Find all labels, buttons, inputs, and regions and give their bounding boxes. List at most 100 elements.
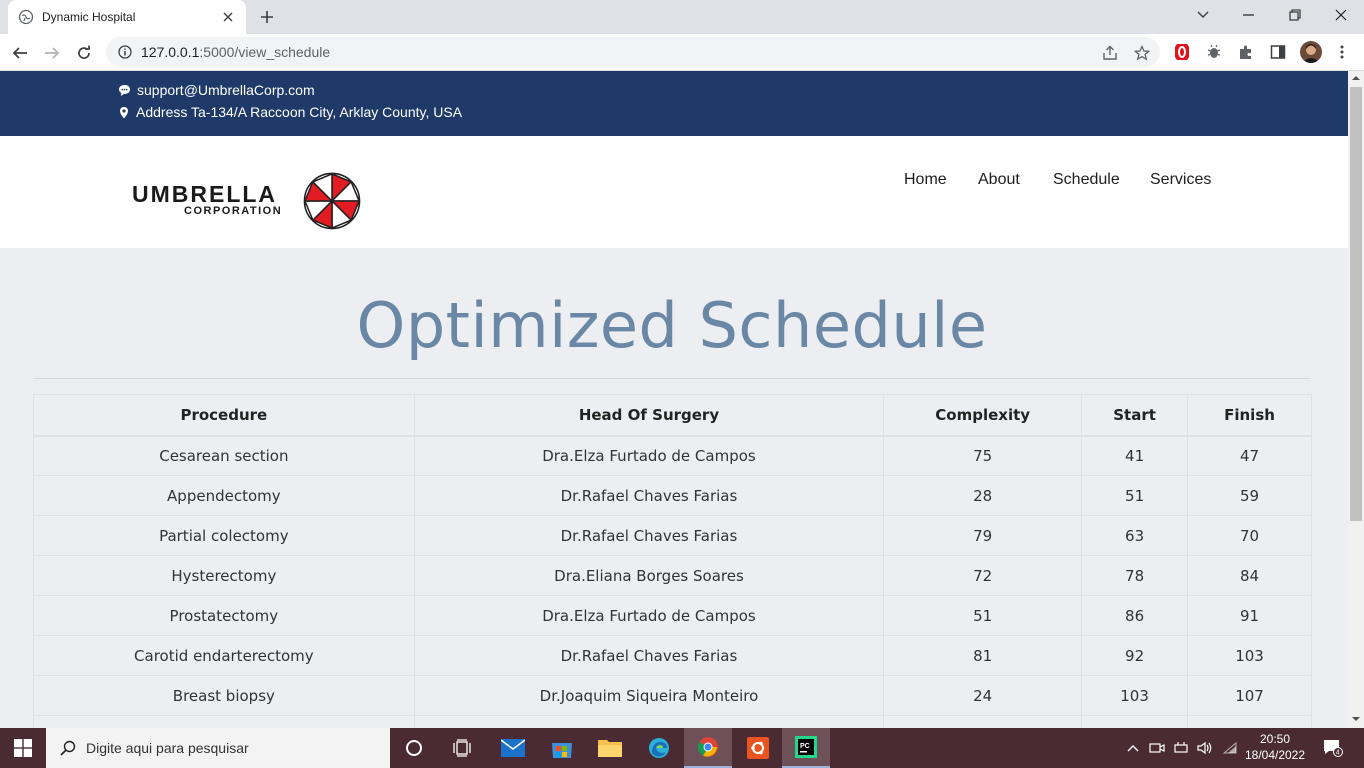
file-explorer-icon[interactable] <box>586 728 634 768</box>
notification-center-icon[interactable]: 4 <box>1318 728 1348 768</box>
tab-search-icon[interactable] <box>1180 0 1226 30</box>
svg-text:PC: PC <box>800 743 810 750</box>
restore-icon[interactable] <box>1272 0 1318 30</box>
scrollbar-thumb[interactable] <box>1350 87 1362 521</box>
cell-head-of-surgery: Dra.Eliana Borges Soares <box>413 555 885 596</box>
notification-count: 4 <box>1336 750 1340 757</box>
globe-icon <box>18 9 34 25</box>
cell-finish: 47 <box>1187 435 1312 476</box>
email-line: support@UmbrellaCorp.com <box>118 82 315 98</box>
cell-procedure: Cesarean section <box>33 435 415 476</box>
support-email[interactable]: support@UmbrellaCorp.com <box>137 82 315 98</box>
table-row: TonsillectomyDr.Joaquim Siqueira Monteir… <box>33 715 1312 728</box>
task-view-icon[interactable] <box>438 728 486 768</box>
edge-browser-icon[interactable] <box>635 728 683 768</box>
clock-time: 20:50 <box>1259 732 1291 746</box>
cell-start: 41 <box>1081 435 1189 476</box>
browser-tabbar: Dynamic Hospital <box>0 0 1364 34</box>
cell-start: 51 <box>1081 475 1189 516</box>
meet-now-icon[interactable] <box>1148 728 1166 768</box>
taskbar-search-box[interactable]: Digite aqui para pesquisar <box>46 728 390 768</box>
minimize-icon[interactable] <box>1226 0 1272 30</box>
chat-bubble-icon <box>118 84 131 97</box>
share-icon[interactable] <box>1102 45 1118 61</box>
header-start: Start <box>1081 394 1189 437</box>
windows-taskbar: Digite aqui para pesquisar PC 20:50 18/0… <box>0 728 1364 768</box>
cell-start: 86 <box>1081 595 1189 636</box>
page-scrollbar[interactable] <box>1348 71 1364 728</box>
side-panel-icon[interactable] <box>1268 42 1288 62</box>
bug-extension-icon[interactable] <box>1204 42 1224 62</box>
cell-finish: 108 <box>1187 715 1312 728</box>
cell-finish: 84 <box>1187 555 1312 596</box>
cell-complexity: 81 <box>883 635 1083 676</box>
wifi-icon[interactable] <box>1220 728 1240 768</box>
info-icon[interactable] <box>118 45 132 59</box>
windows-start-icon[interactable] <box>0 728 46 768</box>
header-complexity: Complexity <box>883 394 1083 437</box>
cell-start: 63 <box>1081 515 1189 556</box>
taskbar-clock[interactable]: 20:50 18/04/2022 <box>1240 731 1310 763</box>
volume-icon[interactable] <box>1196 728 1214 768</box>
umbrella-logo[interactable]: UMBRELLA CORPORATION <box>132 183 282 217</box>
header-procedure: Procedure <box>33 394 415 437</box>
cell-start: 78 <box>1081 555 1189 596</box>
cortana-icon[interactable] <box>390 728 438 768</box>
logo-word-umbrella: UMBRELLA <box>132 181 278 207</box>
cell-procedure: Tonsillectomy <box>33 715 415 728</box>
nav-home[interactable]: Home <box>904 171 947 189</box>
profile-avatar[interactable] <box>1300 41 1322 63</box>
reload-icon[interactable] <box>70 39 98 67</box>
cell-head-of-surgery: Dr.Rafael Chaves Farias <box>413 475 885 516</box>
title-divider <box>33 378 1311 379</box>
nav-schedule[interactable]: Schedule <box>1053 171 1120 189</box>
map-pin-icon <box>118 106 130 119</box>
cell-procedure: Hysterectomy <box>33 555 415 596</box>
mail-app-icon[interactable] <box>489 728 537 768</box>
cell-finish: 103 <box>1187 635 1312 676</box>
new-tab-button[interactable] <box>256 6 278 28</box>
cell-complexity: 75 <box>883 435 1083 476</box>
url-path: :5000/view_schedule <box>199 44 331 60</box>
scroll-down-icon[interactable] <box>1352 716 1360 722</box>
address-bar[interactable]: 127.0.0.1:5000/view_schedule <box>106 37 1160 67</box>
store-app-icon[interactable] <box>538 728 586 768</box>
cell-finish: 70 <box>1187 515 1312 556</box>
opera-extension-icon[interactable] <box>1172 42 1192 62</box>
table-row: Hysterectomy Dra.Eliana Borges Soares 72 78… <box>33 555 1312 596</box>
nav-about[interactable]: About <box>978 171 1020 189</box>
close-icon[interactable] <box>220 9 236 25</box>
cell-finish: 59 <box>1187 475 1312 516</box>
pycharm-app-icon[interactable]: PC <box>782 728 830 768</box>
cell-head-of-surgery: Dr.Rafael Chaves Farias <box>413 515 885 556</box>
table-row: Breast biopsy Dr.Joaquim Siqueira Monteir… <box>33 675 1312 716</box>
cell-start: 92 <box>1081 635 1189 676</box>
cell-procedure: Prostatectomy <box>33 595 415 636</box>
network-plug-icon[interactable] <box>1172 728 1190 768</box>
cell-head-of-surgery: Dr.Joaquim Siqueira Monteiro <box>413 715 885 728</box>
cell-procedure: Appendectomy <box>33 475 415 516</box>
cell-head-of-surgery: Dra.Elza Furtado de Campos <box>413 595 885 636</box>
cell-finish: 91 <box>1187 595 1312 636</box>
menu-kebab-icon[interactable] <box>1332 42 1352 62</box>
header-head-of-surgery: Head Of Surgery <box>413 394 885 437</box>
schedule-table: Procedure Head Of Surgery Complexity Sta… <box>33 394 1312 728</box>
browser-tab[interactable]: Dynamic Hospital <box>8 0 246 34</box>
chevron-up-icon[interactable] <box>1124 728 1142 768</box>
table-row: Appendectomy Dr.Rafael Chaves Farias 28 51 5… <box>33 475 1312 516</box>
table-header-row: Procedure Head Of Surgery Complexity Sta… <box>33 394 1312 437</box>
bookmark-star-icon[interactable] <box>1134 45 1150 61</box>
chrome-browser-icon[interactable] <box>684 728 732 768</box>
cell-complexity: 51 <box>883 595 1083 636</box>
extensions-puzzle-icon[interactable] <box>1236 42 1256 62</box>
browser-toolbar: 127.0.0.1:5000/view_schedule <box>0 34 1364 71</box>
cell-procedure: Breast biopsy <box>33 675 415 716</box>
back-arrow-icon[interactable] <box>6 39 34 67</box>
window-close-icon[interactable] <box>1318 0 1364 30</box>
forward-arrow-icon[interactable] <box>38 39 66 67</box>
nav-services[interactable]: Services <box>1150 171 1211 189</box>
ubuntu-app-icon[interactable] <box>734 728 782 768</box>
cell-complexity: 72 <box>883 555 1083 596</box>
scroll-up-icon[interactable] <box>1352 75 1360 81</box>
table-row: Cesarean section Dra.Elza Furtado de Camp… <box>33 435 1312 476</box>
